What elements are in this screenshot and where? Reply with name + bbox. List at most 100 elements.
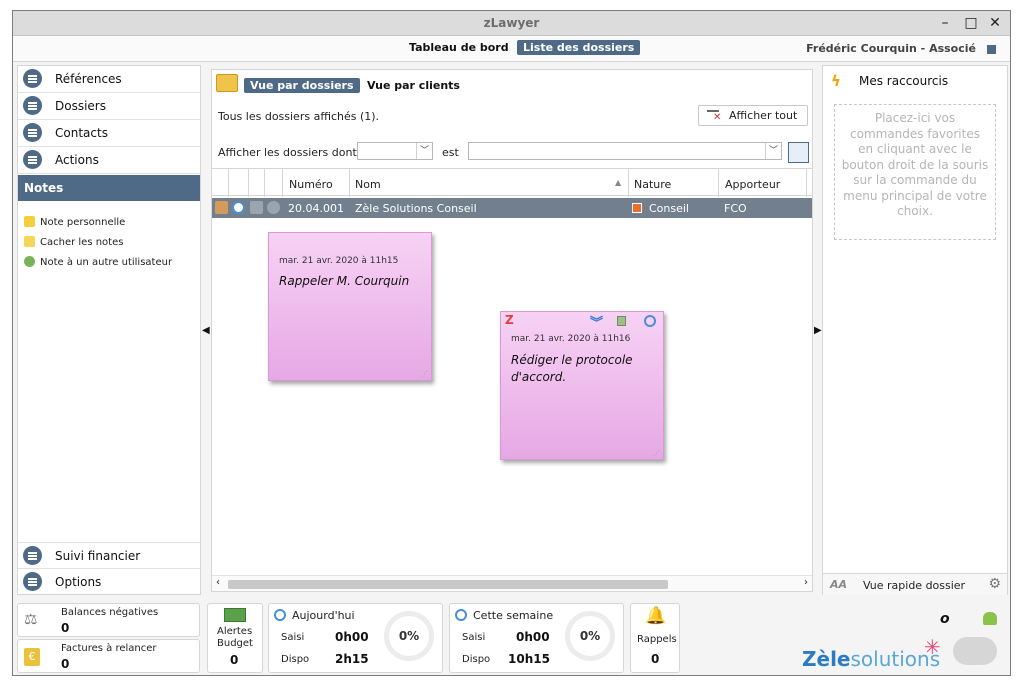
- clock-icon: [274, 609, 286, 621]
- week-dispo-value: 10h15: [508, 652, 550, 666]
- table-header: Numéro Nom ▲ Nature Apporteur: [212, 168, 812, 197]
- euro-icon: €: [24, 648, 40, 666]
- collapse-left-arrow-icon[interactable]: ◀: [202, 325, 210, 336]
- clock-icon[interactable]: [644, 315, 656, 327]
- title-bar: zLawyer – □ ✕: [13, 11, 1010, 36]
- balances-value: 0: [61, 621, 70, 635]
- office-icon[interactable]: o: [940, 611, 950, 627]
- tab-tableau-de-bord[interactable]: Tableau de bord: [409, 41, 509, 54]
- lightning-icon: ϟ: [831, 72, 841, 90]
- scroll-right-icon[interactable]: ›: [804, 577, 808, 588]
- factures-label: Factures à relancer: [61, 643, 157, 654]
- resize-grip-icon[interactable]: ⋰: [653, 449, 660, 457]
- afficher-tout-label: Afficher tout: [729, 109, 798, 122]
- font-size-icon[interactable]: AA: [830, 578, 847, 591]
- gear-icon[interactable]: ⚙: [988, 576, 1001, 592]
- filter-label: Afficher les dossiers dont: [218, 146, 357, 159]
- vue-rapide-dossier-label[interactable]: Vue rapide dossier: [863, 579, 965, 592]
- sidebar-item-options[interactable]: Options: [18, 569, 200, 596]
- nature-color-icon: [632, 203, 642, 213]
- note-text[interactable]: Rappeler M. Courquin: [279, 273, 409, 290]
- resize-grip-icon[interactable]: ⋰: [421, 370, 428, 378]
- sidebar-item-references[interactable]: Références: [18, 66, 200, 93]
- sidebar-item-suivi-financier[interactable]: Suivi financier: [18, 542, 200, 569]
- afficher-tout-button[interactable]: ✕ Afficher tout: [698, 105, 808, 126]
- tab-vue-par-clients[interactable]: Vue par clients: [367, 79, 460, 92]
- maximize-button[interactable]: □: [960, 13, 982, 33]
- shortcuts-title: Mes raccourcis: [859, 74, 949, 88]
- sidebar-item-contacts[interactable]: Contacts: [18, 120, 200, 147]
- today-card[interactable]: Aujourd'hui Saisi 0h00 Dispo 2h15 0%: [268, 603, 443, 673]
- tab-vue-par-dossiers[interactable]: Vue par dossiers: [244, 78, 360, 93]
- menu-icon: [23, 546, 42, 565]
- today-saisi-value: 0h00: [335, 630, 369, 644]
- column-numero[interactable]: Numéro: [289, 178, 333, 191]
- close-button[interactable]: ✕: [984, 13, 1006, 33]
- star-logo-icon: ✳: [924, 635, 941, 659]
- table-row[interactable]: 20.04.001 Zèle Solutions Conseil Conseil…: [212, 198, 812, 218]
- row-numero: 20.04.001: [288, 202, 344, 215]
- bell-icon: 🔔: [645, 606, 667, 626]
- window-title: zLawyer: [483, 16, 540, 30]
- user-name[interactable]: Frédéric Courquin - Associé: [806, 42, 976, 55]
- folder-icon: [216, 74, 238, 92]
- hide-notes-icon: [24, 236, 35, 247]
- today-title: Aujourd'hui: [292, 609, 355, 622]
- chevron-down-icon: ﹀: [765, 143, 781, 159]
- sidebar-item-actions[interactable]: Actions: [18, 147, 200, 174]
- factures-card[interactable]: € Factures à relancer 0: [17, 639, 200, 673]
- tab-liste-des-dossiers[interactable]: Liste des dossiers: [517, 40, 641, 55]
- collapse-right-arrow-icon[interactable]: ▶: [814, 325, 822, 336]
- column-apporteur[interactable]: Apporteur: [725, 178, 780, 191]
- clock-icon: [455, 609, 467, 621]
- rappels-card[interactable]: 🔔 Rappels 0: [630, 603, 680, 673]
- shortcuts-dropzone[interactable]: Placez-ici vos commandes favorites en cl…: [834, 104, 996, 240]
- week-title: Cette semaine: [473, 609, 554, 622]
- column-chooser-icon[interactable]: [788, 142, 809, 163]
- column-nature[interactable]: Nature: [634, 178, 671, 191]
- row-apporteur: FCO: [724, 202, 747, 215]
- column-nom[interactable]: Nom: [355, 178, 381, 191]
- sidebar-item-label: Suivi financier: [55, 549, 141, 563]
- folder-status-icon: [250, 201, 263, 214]
- today-dispo-label: Dispo: [281, 654, 310, 665]
- alertes-budget-card[interactable]: Alertes Budget 0: [207, 603, 263, 673]
- sidebar-item-dossiers[interactable]: Dossiers: [18, 93, 200, 120]
- note-text[interactable]: Rédiger le protocole d'accord.: [511, 352, 651, 386]
- sticky-note[interactable]: mar. 21 avr. 2020 à 11h15 Rappeler M. Co…: [268, 232, 432, 381]
- android-icon[interactable]: [983, 612, 997, 625]
- user-menu-icon[interactable]: [987, 45, 996, 54]
- filter-field-select[interactable]: ﹀: [357, 142, 433, 160]
- week-card[interactable]: Cette semaine Saisi 0h00 Dispo 10h15 0%: [449, 603, 624, 673]
- today-saisi-label: Saisi: [281, 632, 305, 643]
- scales-icon: ⚖: [24, 610, 38, 628]
- scrollbar-thumb[interactable]: [228, 580, 668, 589]
- sidebar-item-notes[interactable]: Notes: [18, 175, 200, 201]
- shortcuts-footer: AA Vue rapide dossier ⚙: [823, 573, 1007, 595]
- trash-icon[interactable]: [617, 316, 626, 326]
- person-icon: [215, 201, 228, 214]
- today-progress-circle: 0%: [384, 611, 434, 661]
- sticky-note[interactable]: Z ︾ mar. 21 avr. 2020 à 11h16 Rédiger le…: [500, 311, 664, 460]
- clock-icon: [232, 201, 245, 214]
- double-chevron-down-icon[interactable]: ︾: [590, 312, 603, 331]
- note-personnelle-item[interactable]: Note personnelle: [24, 216, 125, 228]
- alertes-value: 0: [230, 653, 239, 667]
- cacher-notes-item[interactable]: Cacher les notes: [24, 236, 123, 248]
- clear-filter-icon: ✕: [713, 112, 722, 123]
- alertes-label: Alertes: [217, 626, 253, 637]
- week-progress-circle: 0%: [565, 611, 615, 661]
- scroll-left-icon[interactable]: ‹: [216, 577, 220, 588]
- budget-label: Budget: [217, 638, 253, 649]
- minimize-button[interactable]: –: [934, 13, 956, 33]
- sidebar-item-label: Options: [55, 575, 102, 589]
- note-autre-utilisateur-item[interactable]: Note à un autre utilisateur: [24, 256, 172, 268]
- week-saisi-label: Saisi: [462, 632, 486, 643]
- note-icon: [24, 216, 35, 227]
- horizontal-scrollbar[interactable]: ‹ ›: [212, 575, 812, 591]
- balances-card[interactable]: ⚖ Balances négatives 0: [17, 603, 200, 637]
- menu-icon: [23, 123, 42, 142]
- week-saisi-value: 0h00: [516, 630, 550, 644]
- menu-icon: [23, 150, 42, 169]
- filter-value-select[interactable]: ﹀: [468, 142, 782, 160]
